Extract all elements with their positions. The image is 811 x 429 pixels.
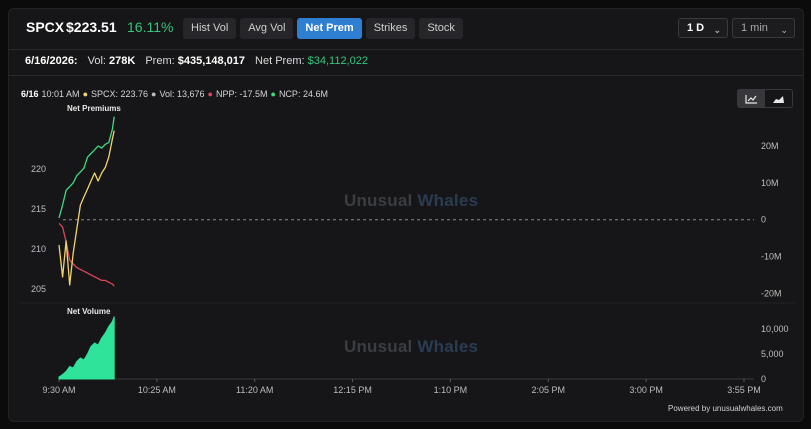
- price-axis-tick: 215: [31, 204, 46, 214]
- premium-axis-tick: 10M: [761, 178, 779, 188]
- volume-area: [58, 316, 115, 380]
- volume-axis-tick: 5,000: [761, 349, 784, 359]
- chart-widget: SPCX $223.51 16.11% Hist Vol Avg Vol Net…: [8, 8, 804, 422]
- price-axis-tick: 205: [31, 284, 46, 294]
- x-axis-tick: 12:15 PM: [333, 385, 372, 395]
- chart-plot[interactable]: 205 210 215 220 20M 10M 0 -10M -20M 10,000 5,000 0 9…: [9, 9, 804, 422]
- volume-axis-tick: 10,000: [761, 324, 789, 334]
- x-axis-tick: 11:20 AM: [236, 385, 273, 395]
- premium-axis-tick: -10M: [761, 252, 782, 262]
- x-axis-tick: 10:25 AM: [138, 385, 176, 395]
- price-axis-tick: 210: [31, 244, 46, 254]
- premium-axis-tick: 20M: [761, 141, 779, 151]
- x-axis-tick: 3:55 PM: [727, 385, 761, 395]
- x-axis-tick: 2:05 PM: [532, 385, 566, 395]
- price-axis-tick: 220: [31, 164, 46, 174]
- volume-axis-tick: 0: [761, 374, 766, 384]
- x-axis-tick: 1:10 PM: [434, 385, 468, 395]
- premium-axis-tick: -20M: [761, 288, 782, 298]
- powered-by: Powered by unusualwhales.com: [668, 404, 783, 413]
- series-line-spcx: [58, 130, 115, 286]
- x-axis-tick: 9:30 AM: [42, 385, 75, 395]
- premium-axis-tick: 0: [761, 215, 766, 225]
- x-axis-tick: 3:00 PM: [629, 385, 663, 395]
